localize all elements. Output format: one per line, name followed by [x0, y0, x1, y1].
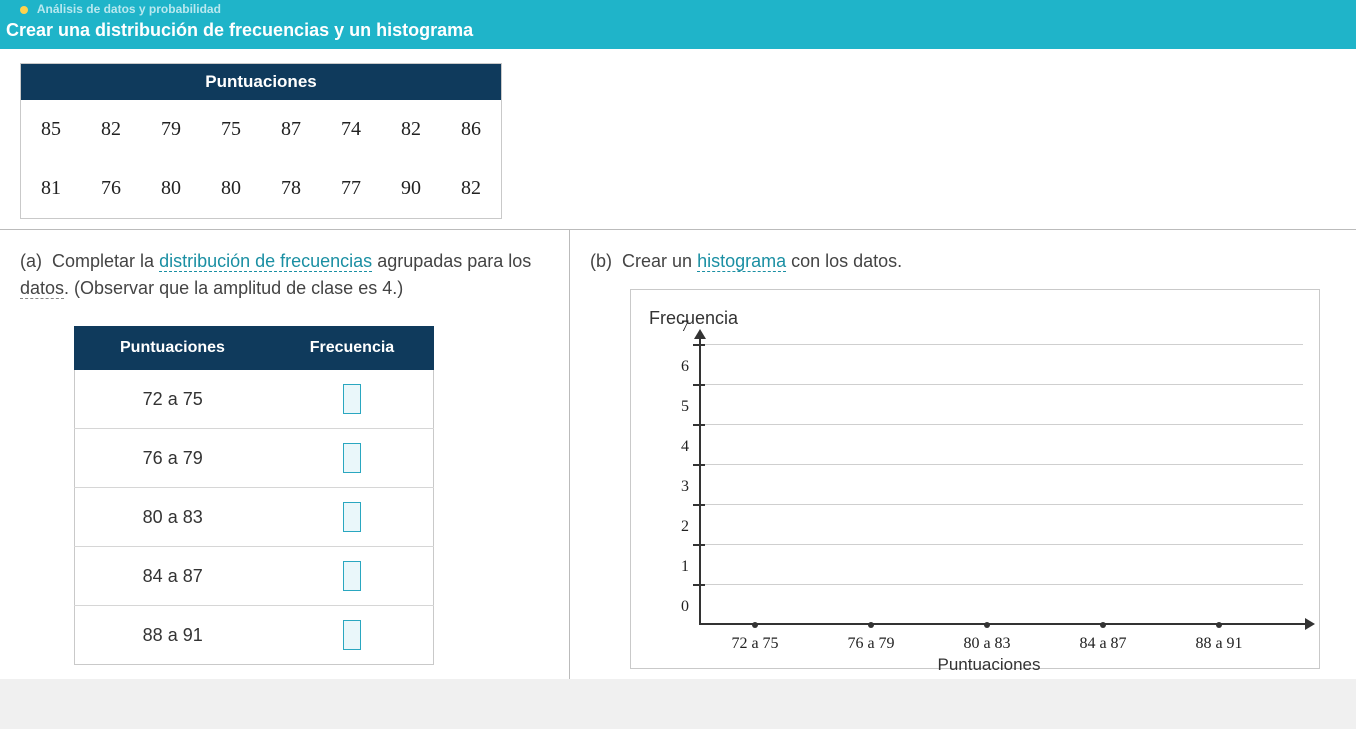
question-marker: (a)	[20, 251, 42, 271]
y-tick	[693, 544, 705, 546]
frequency-table: Puntuaciones Frecuencia 72 a 75 76 a 79 …	[74, 326, 434, 665]
text-fragment: Crear un	[622, 251, 697, 271]
score-cell: 75	[201, 100, 261, 159]
content-area: Puntuaciones 85 82 79 75 87 74 82 86 81 …	[0, 49, 1356, 679]
score-cell: 76	[81, 159, 141, 218]
y-tick	[693, 384, 705, 386]
grid-line	[699, 544, 1303, 545]
y-tick	[693, 344, 705, 346]
frequency-input[interactable]	[343, 384, 361, 414]
score-cell: 81	[21, 159, 81, 218]
y-tick	[693, 464, 705, 466]
glossary-term[interactable]: datos	[20, 278, 64, 299]
glossary-term[interactable]: histograma	[697, 251, 786, 272]
range-cell: 88 a 91	[75, 606, 271, 665]
panel-a: (a) Completar la distribución de frecuen…	[0, 230, 570, 679]
text-fragment: . (Observar que la amplitud de clase es …	[64, 278, 403, 298]
y-tick-label: 1	[671, 558, 689, 576]
x-tick-label: 88 a 91	[1164, 635, 1274, 653]
grid-line	[699, 584, 1303, 585]
score-cell: 90	[381, 159, 441, 218]
x-tick	[752, 622, 758, 628]
range-cell: 80 a 83	[75, 488, 271, 547]
frequency-input[interactable]	[343, 443, 361, 473]
grid-line	[699, 464, 1303, 465]
x-tick-label: 80 a 83	[932, 635, 1042, 653]
x-tick	[868, 622, 874, 628]
text-fragment: agrupadas para los	[372, 251, 531, 271]
breadcrumb: Análisis de datos y probabilidad	[6, 0, 1350, 16]
text-fragment: Completar la	[52, 251, 159, 271]
question-a-text: (a) Completar la distribución de frecuen…	[20, 248, 549, 302]
scores-header: Puntuaciones	[21, 64, 501, 100]
y-tick	[693, 584, 705, 586]
y-tick-label: 2	[671, 518, 689, 536]
score-cell: 77	[321, 159, 381, 218]
table-row: 76 a 79	[75, 429, 434, 488]
table-row: 88 a 91	[75, 606, 434, 665]
x-tick	[1216, 622, 1222, 628]
y-axis	[699, 335, 701, 625]
glossary-term[interactable]: distribución de frecuencias	[159, 251, 372, 272]
grid-line	[699, 504, 1303, 505]
y-tick	[693, 424, 705, 426]
freq-col-freq: Frecuencia	[270, 327, 433, 370]
breadcrumb-text: Análisis de datos y probabilidad	[37, 2, 221, 16]
y-tick-label: 6	[671, 358, 689, 376]
score-cell: 86	[441, 100, 501, 159]
grid-line	[699, 424, 1303, 425]
table-row: 80 a 83	[75, 488, 434, 547]
table-row: 72 a 75	[75, 370, 434, 429]
score-cell: 78	[261, 159, 321, 218]
frequency-input[interactable]	[343, 561, 361, 591]
range-cell: 76 a 79	[75, 429, 271, 488]
range-cell: 84 a 87	[75, 547, 271, 606]
table-row: 85 82 79 75 87 74 82 86	[21, 100, 501, 159]
x-tick-label: 76 a 79	[816, 635, 926, 653]
score-cell: 82	[81, 100, 141, 159]
score-cell: 80	[141, 159, 201, 218]
score-cell: 80	[201, 159, 261, 218]
histogram-chart[interactable]: Frecuencia Puntuaciones 0123456772 a 757…	[630, 289, 1320, 669]
chart-y-title: Frecuencia	[649, 308, 1303, 329]
y-tick-label: 4	[671, 438, 689, 456]
y-tick-label: 5	[671, 398, 689, 416]
score-cell: 79	[141, 100, 201, 159]
grid-line	[699, 344, 1303, 345]
table-row: 84 a 87	[75, 547, 434, 606]
table-row: 81 76 80 80 78 77 90 82	[21, 159, 501, 218]
x-tick-label: 72 a 75	[700, 635, 810, 653]
x-axis-arrow-icon	[1305, 618, 1315, 630]
scores-table: Puntuaciones 85 82 79 75 87 74 82 86 81 …	[20, 63, 502, 219]
chart-plot-area[interactable]: Puntuaciones 0123456772 a 7576 a 7980 a …	[675, 335, 1303, 625]
x-tick-label: 84 a 87	[1048, 635, 1158, 653]
chart-x-title: Puntuaciones	[675, 655, 1303, 675]
y-tick-label: 7	[671, 318, 689, 336]
score-cell: 85	[21, 100, 81, 159]
grid-line	[699, 384, 1303, 385]
lesson-header: Análisis de datos y probabilidad Crear u…	[0, 0, 1356, 49]
frequency-input[interactable]	[343, 620, 361, 650]
freq-col-scores: Puntuaciones	[75, 327, 271, 370]
breadcrumb-dot-icon	[20, 6, 28, 14]
question-b-text: (b) Crear un histograma con los datos.	[590, 248, 1336, 275]
y-tick	[693, 504, 705, 506]
x-tick	[984, 622, 990, 628]
x-tick	[1100, 622, 1106, 628]
range-cell: 72 a 75	[75, 370, 271, 429]
score-cell: 82	[381, 100, 441, 159]
frequency-input[interactable]	[343, 502, 361, 532]
panel-b: (b) Crear un histograma con los datos. F…	[570, 230, 1356, 679]
question-marker: (b)	[590, 251, 612, 271]
score-cell: 82	[441, 159, 501, 218]
score-cell: 87	[261, 100, 321, 159]
page-title: Crear una distribución de frecuencias y …	[6, 16, 1350, 49]
y-tick-label: 0	[671, 598, 689, 616]
text-fragment: con los datos.	[786, 251, 902, 271]
y-tick-label: 3	[671, 478, 689, 496]
question-panels: (a) Completar la distribución de frecuen…	[0, 229, 1356, 679]
score-cell: 74	[321, 100, 381, 159]
scores-section: Puntuaciones 85 82 79 75 87 74 82 86 81 …	[0, 53, 1356, 229]
